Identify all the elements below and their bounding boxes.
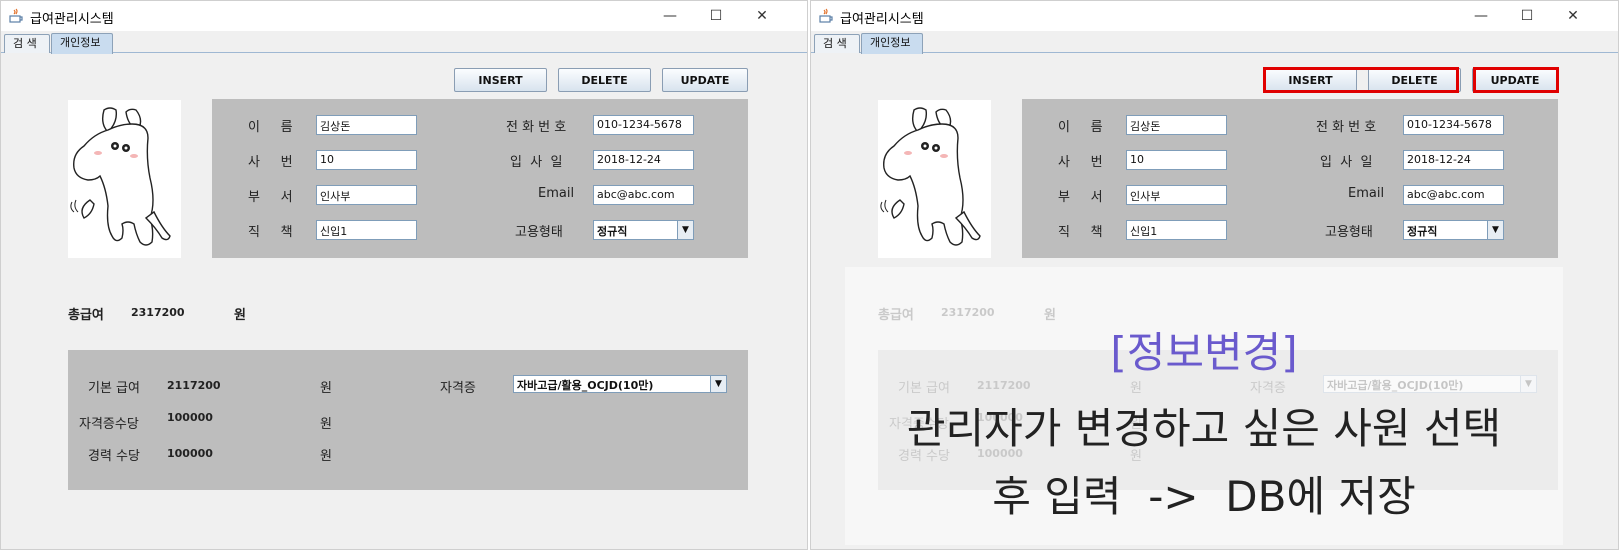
email-field[interactable]: abc@abc.com xyxy=(593,185,694,205)
employee-photo xyxy=(878,100,991,258)
chevron-down-icon[interactable]: ▼ xyxy=(677,221,693,239)
department-label: 부 서 xyxy=(1058,190,1103,205)
certificate-select[interactable]: 자바고급/활용_OCJD(10만) ▼ xyxy=(513,375,727,393)
maximize-icon: ☐ xyxy=(1520,8,1534,24)
tab-strip: 검 색 개인정보 xyxy=(1,31,807,54)
career-allowance-label: 경력 수당 xyxy=(88,449,140,464)
total-salary-value: 2317200 xyxy=(131,306,185,319)
phone-field[interactable]: 010-1234-5678 xyxy=(1403,115,1504,135)
department-label: 부 서 xyxy=(248,190,293,205)
overlay-title: [정보변경] xyxy=(1110,328,1298,377)
maximize-icon: ☐ xyxy=(709,8,723,24)
base-salary-label: 기본 급여 xyxy=(88,381,140,396)
base-salary-unit: 원 xyxy=(320,381,332,396)
position-field[interactable]: 신입1 xyxy=(1126,220,1227,240)
close-button[interactable]: ✕ xyxy=(739,1,785,31)
department-field[interactable]: 인사부 xyxy=(316,185,417,205)
maximize-button[interactable]: ☐ xyxy=(693,1,739,31)
window-title: 급여관리시스템 xyxy=(30,12,114,27)
tab-search[interactable]: 검 색 xyxy=(4,34,50,53)
name-label: 이 름 xyxy=(1058,120,1103,135)
delete-button[interactable]: DELETE xyxy=(558,68,651,92)
name-field[interactable]: 김상돈 xyxy=(1126,115,1227,135)
employee-info-panel: 이 름 김상돈 사 번 10 부 서 인사부 직 책 신입1 전 화 번 호 0… xyxy=(1022,99,1558,258)
career-allowance-value: 100000 xyxy=(167,447,213,460)
insert-delete-highlight xyxy=(1263,67,1459,93)
minimize-button[interactable]: — xyxy=(1458,1,1504,31)
name-field[interactable]: 김상돈 xyxy=(316,115,417,135)
right-window: 급여관리시스템 — ☐ ✕ 검 색 개인정보 INSERT DELETE UPD… xyxy=(810,0,1619,550)
moomin-drawing xyxy=(880,107,981,246)
total-salary-label: 총급여 xyxy=(68,308,104,323)
career-allowance-unit: 원 xyxy=(320,449,332,464)
phone-label: 전 화 번 호 xyxy=(1316,120,1377,135)
employee-info-panel: 이 름 김상돈 사 번 10 부 서 인사부 직 책 신입1 전 화 번 호 0… xyxy=(212,99,748,258)
hire-date-label: 입 사 일 xyxy=(510,155,563,170)
cert-allowance-label: 자격증수당 xyxy=(79,417,139,432)
close-icon: ✕ xyxy=(756,8,768,24)
employee-photo xyxy=(68,100,181,258)
hire-date-field[interactable]: 2018-12-24 xyxy=(593,150,694,170)
base-salary-value: 2117200 xyxy=(167,379,221,392)
cert-allowance-unit: 원 xyxy=(320,417,332,432)
moomin-drawing xyxy=(70,107,171,246)
left-window: 급여관리시스템 — ☐ ✕ 검 색 개인정보 INSERT DELETE UPD… xyxy=(0,0,808,550)
minimize-button[interactable]: — xyxy=(647,1,693,31)
salary-detail-panel: 기본 급여 2117200 원 자격증수당 100000 원 경력 수당 100… xyxy=(68,350,748,490)
email-field[interactable]: abc@abc.com xyxy=(1403,185,1504,205)
employment-type-label: 고용형태 xyxy=(515,225,563,240)
employment-type-select[interactable]: 정규직 ▼ xyxy=(1403,220,1504,240)
tab-personal-info[interactable]: 개인정보 xyxy=(861,33,923,54)
position-label: 직 책 xyxy=(248,225,293,240)
email-label: Email xyxy=(1348,186,1385,201)
chevron-down-icon[interactable]: ▼ xyxy=(710,376,726,392)
overlay-line-2: 후 입력 -> DB에 저장 xyxy=(992,472,1416,521)
maximize-button[interactable]: ☐ xyxy=(1504,1,1550,31)
update-button[interactable]: UPDATE xyxy=(662,68,748,92)
employee-number-field[interactable]: 10 xyxy=(1126,150,1227,170)
employee-number-label: 사 번 xyxy=(1058,155,1103,170)
update-highlight xyxy=(1473,67,1559,93)
insert-button[interactable]: INSERT xyxy=(454,68,547,92)
minimize-icon: — xyxy=(663,8,677,24)
minimize-icon: — xyxy=(1474,8,1488,24)
employment-type-select[interactable]: 정규직 ▼ xyxy=(593,220,694,240)
tab-personal-info[interactable]: 개인정보 xyxy=(51,33,113,54)
employment-type-value: 정규직 xyxy=(1407,225,1438,238)
employment-type-label: 고용형태 xyxy=(1325,225,1373,240)
tab-strip: 검 색 개인정보 xyxy=(811,31,1618,54)
phone-label: 전 화 번 호 xyxy=(506,120,567,135)
employment-type-value: 정규직 xyxy=(597,225,628,238)
employee-number-field[interactable]: 10 xyxy=(316,150,417,170)
title-bar: 급여관리시스템 — ☐ ✕ xyxy=(811,1,1618,31)
window-title: 급여관리시스템 xyxy=(840,12,924,27)
title-bar: 급여관리시스템 — ☐ ✕ xyxy=(1,1,807,31)
total-salary-unit: 원 xyxy=(234,308,246,323)
annotation-overlay: [정보변경] 관리자가 변경하고 싶은 사원 선택 후 입력 -> DB에 저장 xyxy=(845,267,1563,545)
position-field[interactable]: 신입1 xyxy=(316,220,417,240)
hire-date-label: 입 사 일 xyxy=(1320,155,1373,170)
hire-date-field[interactable]: 2018-12-24 xyxy=(1403,150,1504,170)
overlay-line-1: 관리자가 변경하고 싶은 사원 선택 xyxy=(906,404,1502,453)
name-label: 이 름 xyxy=(248,120,293,135)
chevron-down-icon[interactable]: ▼ xyxy=(1487,221,1503,239)
phone-field[interactable]: 010-1234-5678 xyxy=(593,115,694,135)
close-icon: ✕ xyxy=(1567,8,1579,24)
cert-allowance-value: 100000 xyxy=(167,411,213,424)
close-button[interactable]: ✕ xyxy=(1550,1,1596,31)
java-app-icon xyxy=(819,8,833,23)
certificate-value: 자바고급/활용_OCJD(10만) xyxy=(517,379,654,392)
certificate-label: 자격증 xyxy=(440,381,476,396)
email-label: Email xyxy=(538,186,575,201)
java-app-icon xyxy=(9,8,23,23)
department-field[interactable]: 인사부 xyxy=(1126,185,1227,205)
position-label: 직 책 xyxy=(1058,225,1103,240)
tab-search[interactable]: 검 색 xyxy=(814,34,860,53)
employee-number-label: 사 번 xyxy=(248,155,293,170)
